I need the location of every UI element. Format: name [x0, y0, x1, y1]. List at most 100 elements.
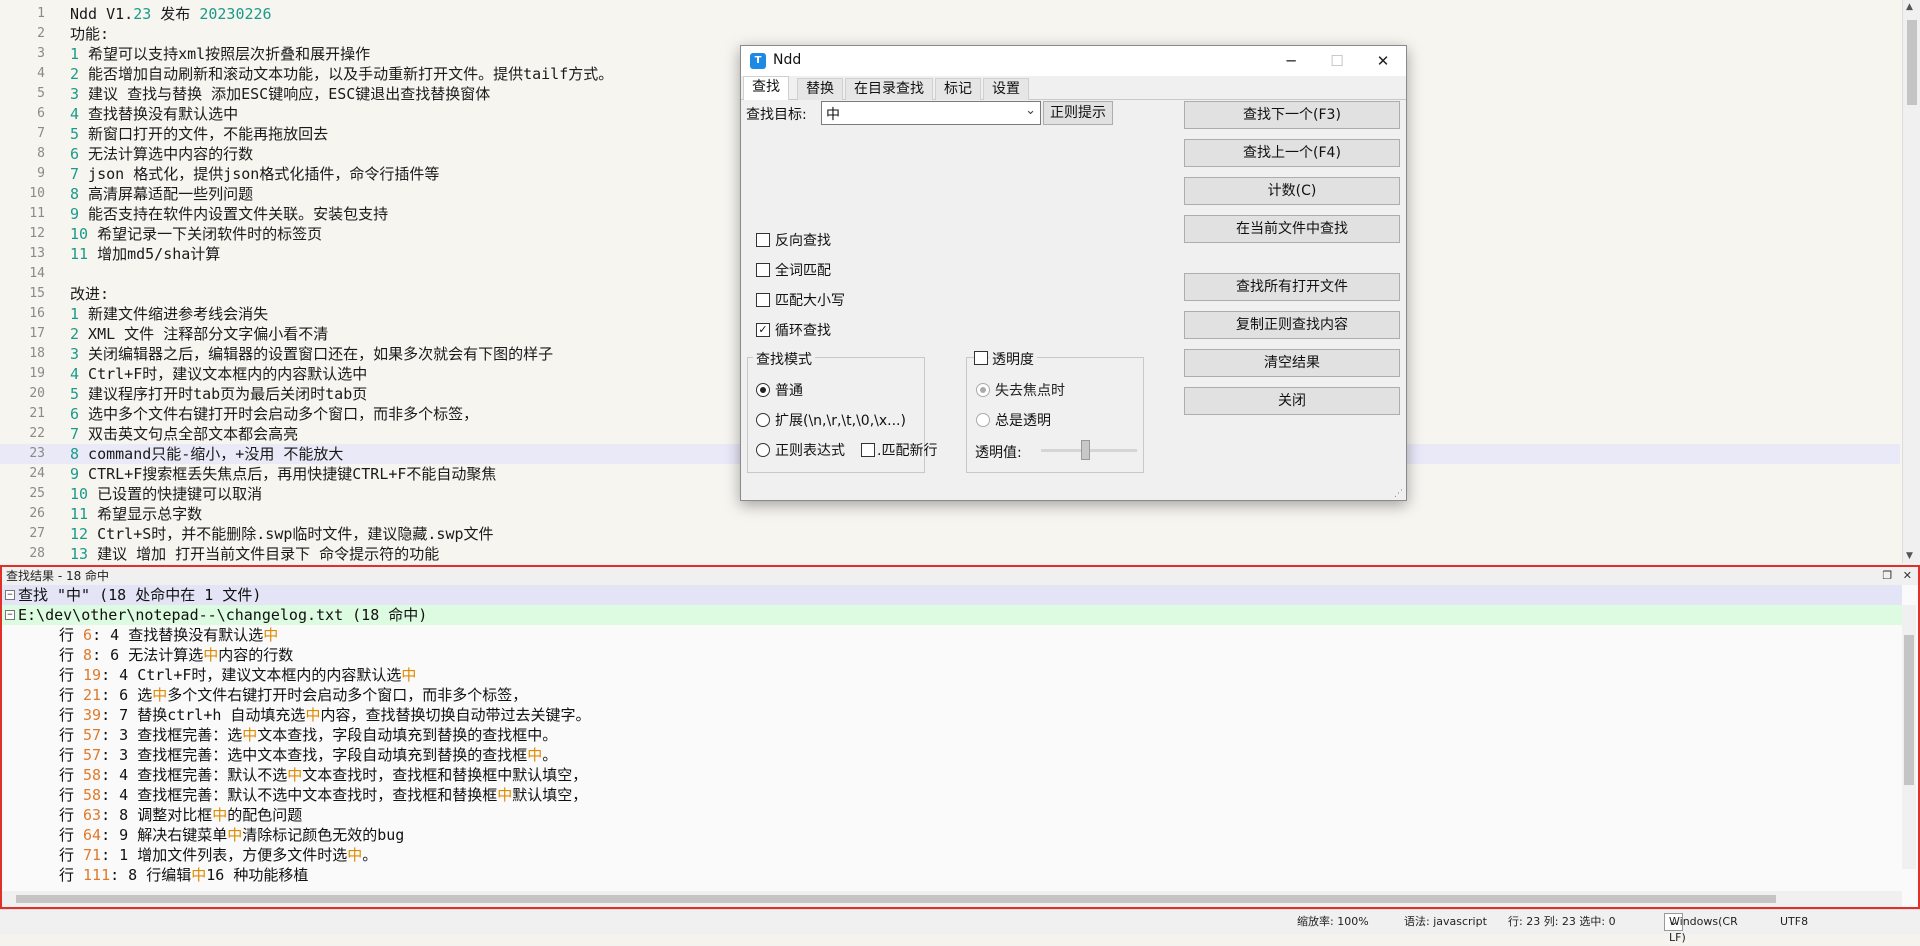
line-text-segment: Ctrl+S时，并不能删除.swp临时文件，建议隐藏.swp文件 — [88, 525, 494, 543]
hit-text: 行 6: 4 查找替换没有默认选中 — [59, 625, 278, 645]
line-text: 2 XML 文件 注释部分文字偏小看不清 — [70, 324, 328, 344]
editor-line[interactable]: 1 Ndd V1.23 发布 20230226 — [0, 4, 1900, 24]
whole-word-checkbox[interactable] — [756, 263, 770, 277]
line-text-segment: 4 — [70, 365, 80, 383]
tab-find-in-dir[interactable]: 在目录查找 — [845, 78, 933, 100]
result-file-path: E:\dev\other\notepad--\changelog.txt (18… — [18, 606, 428, 624]
tab-replace[interactable]: 替换 — [797, 78, 843, 100]
line-text-segment: 希望记录一下关闭软件时的标签页 — [88, 225, 323, 243]
find-in-current-file-button[interactable]: 在当前文件中查找 — [1184, 215, 1400, 243]
result-hit-row[interactable]: 行 57: 3 查找框完善：选中文本查找，字段自动填充到替换的查找框中。 — [2, 725, 1902, 745]
result-hit-row[interactable]: 行 6: 4 查找替换没有默认选中 — [2, 625, 1902, 645]
editor-line[interactable]: 27 12 Ctrl+S时，并不能删除.swp临时文件，建议隐藏.swp文件 — [0, 524, 1900, 544]
dialog-tabs: 查找 替换 在目录查找 标记 设置 — [741, 76, 1406, 100]
line-text-segment: 10 — [70, 485, 89, 503]
editor-line[interactable]: 28 13 建议 增加 打开当前文件目录下 命令提示符的功能 — [0, 544, 1900, 563]
trans-always-label: 总是透明 — [995, 413, 1051, 429]
hit-text-segment: 行 — [59, 746, 84, 764]
transparency-checkbox[interactable] — [974, 351, 988, 365]
line-text-segment: 20230226 — [199, 5, 272, 23]
maximize-button[interactable]: ☐ — [1314, 46, 1360, 76]
result-hit-row[interactable]: 行 111: 8 行编辑中16 种功能移植 — [2, 865, 1902, 885]
collapse-icon[interactable]: − — [5, 590, 15, 600]
hit-text-segment: : 4 — [101, 786, 138, 804]
chevron-down-icon[interactable]: ⌄ — [1025, 103, 1036, 118]
count-button[interactable]: 计数(C) — [1184, 177, 1400, 205]
resize-grip-icon[interactable]: ⋰ — [1394, 489, 1403, 499]
hit-line-number: 58 — [83, 766, 102, 784]
editor-vertical-scrollbar[interactable]: ▲ ▼ — [1902, 0, 1920, 563]
match-case-checkbox[interactable] — [756, 293, 770, 307]
result-hit-row[interactable]: 行 57: 3 查找框完善：选中文本查找，字段自动填充到替换的查找框中。 — [2, 745, 1902, 765]
copy-regex-results-button[interactable]: 复制正则查找内容 — [1184, 311, 1400, 339]
search-summary-row[interactable]: − 查找 "中" (18 处命中在 1 文件) — [2, 585, 1902, 605]
tab-mark[interactable]: 标记 — [935, 78, 981, 100]
line-number: 18 — [29, 346, 45, 361]
find-next-button[interactable]: 查找下一个(F3) — [1184, 101, 1400, 129]
find-all-open-files-button[interactable]: 查找所有打开文件 — [1184, 273, 1400, 301]
find-target-combobox[interactable]: 中 ⌄ — [821, 101, 1041, 125]
scroll-down-icon[interactable]: ▼ — [1906, 551, 1913, 561]
line-text-segment: Ndd V1. — [70, 5, 134, 23]
line-text-segment: CTRL+F搜索框丢失焦点后，再用快捷键CTRL+F不能自动聚焦 — [79, 465, 497, 483]
transparency-slider-handle[interactable] — [1081, 440, 1090, 460]
hit-text-segment: : 3 — [101, 746, 138, 764]
result-hit-row[interactable]: 行 39: 7 替换ctrl+h 自动填充选中内容，查找替换切换自动带过去关键字… — [2, 705, 1902, 725]
line-ending-select[interactable]: Windows(CR LF) ⌄ — [1664, 913, 1738, 944]
mode-regex-radio[interactable] — [756, 443, 770, 457]
result-hit-row[interactable]: 行 63: 8 调整对比框中的配色问题 — [2, 805, 1902, 825]
editor-line[interactable]: 2 功能: — [0, 24, 1900, 44]
result-hit-row[interactable]: 行 58: 4 查找框完善：默认不选中文本查找时，查找框和替换框中默认填空， — [2, 785, 1902, 805]
dialog-titlebar[interactable]: T Ndd ─ ☐ ✕ — [741, 46, 1406, 76]
app-logo-icon: T — [750, 53, 766, 69]
trans-on-blur-radio[interactable] — [976, 383, 990, 397]
editor-line[interactable]: 26 11 希望显示总字数 — [0, 504, 1900, 524]
result-file-row[interactable]: − E:\dev\other\notepad--\changelog.txt (… — [2, 605, 1902, 625]
line-text-segment: 6 — [70, 145, 80, 163]
editor-scroll-thumb[interactable] — [1907, 20, 1917, 105]
match-newline-checkbox[interactable] — [861, 443, 875, 457]
line-text-segment: 13 — [70, 545, 89, 563]
result-hit-row[interactable]: 行 71: 1 增加文件列表，方便多文件时选中。 — [2, 845, 1902, 865]
line-number: 7 — [37, 126, 45, 141]
clear-results-button[interactable]: 清空结果 — [1184, 349, 1400, 377]
hit-text-segment: 查找框完善：默认不选 — [137, 766, 288, 784]
collapse-icon[interactable]: − — [5, 610, 15, 620]
line-text: 11 希望显示总字数 — [70, 504, 202, 524]
float-panel-icon[interactable]: ❐ — [1882, 569, 1892, 582]
results-hscroll-thumb[interactable] — [16, 895, 1776, 903]
close-window-button[interactable]: ✕ — [1360, 46, 1406, 76]
mode-normal-radio[interactable] — [756, 383, 770, 397]
result-hit-row[interactable]: 行 8: 6 无法计算选中内容的行数 — [2, 645, 1902, 665]
match-highlight: 中 — [497, 786, 513, 804]
find-results-panel: 查找结果 - 18 命中 ❐ ✕ − 查找 "中" (18 处命中在 1 文件)… — [0, 565, 1920, 909]
results-scroll-thumb[interactable] — [1904, 635, 1914, 785]
wrap-around-checkbox[interactable]: ✓ — [756, 323, 770, 337]
regex-hint-button[interactable]: 正则提示 — [1043, 101, 1113, 125]
minimize-button[interactable]: ─ — [1268, 46, 1314, 76]
mode-extended-radio[interactable] — [756, 413, 770, 427]
results-vertical-scrollbar[interactable] — [1902, 605, 1916, 869]
search-mode-title: 查找模式 — [753, 349, 815, 369]
result-hit-row[interactable]: 行 58: 4 查找框完善：默认不选中文本查找时，查找框和替换框中默认填空， — [2, 765, 1902, 785]
line-text-segment: 7 — [70, 425, 80, 443]
hit-text-segment: 选 — [137, 686, 153, 704]
close-panel-icon[interactable]: ✕ — [1903, 569, 1912, 582]
line-number: 5 — [37, 86, 45, 101]
find-target-value: 中 — [826, 107, 840, 123]
tab-find[interactable]: 查找 — [743, 76, 789, 100]
close-button[interactable]: 关闭 — [1184, 387, 1400, 415]
result-hit-row[interactable]: 行 21: 6 选中多个文件右键打开时会启动多个窗口，而非多个标签， — [2, 685, 1902, 705]
trans-always-radio[interactable] — [976, 413, 990, 427]
result-hit-row[interactable]: 行 19: 4 Ctrl+F时，建议文本框内的内容默认选中 — [2, 665, 1902, 685]
find-previous-button[interactable]: 查找上一个(F4) — [1184, 139, 1400, 167]
trans-on-blur-label: 失去焦点时 — [995, 383, 1065, 399]
reverse-search-checkbox[interactable] — [756, 233, 770, 247]
hit-text-segment: : 4 — [92, 626, 129, 644]
result-hit-row[interactable]: 行 64: 9 解决右键菜单中清除标记颜色无效的bug — [2, 825, 1902, 845]
line-number: 28 — [29, 546, 45, 561]
hit-line-number: 63 — [83, 806, 102, 824]
results-horizontal-scrollbar[interactable] — [2, 891, 1902, 907]
tab-settings[interactable]: 设置 — [983, 78, 1029, 100]
scroll-up-icon[interactable]: ▲ — [1906, 2, 1913, 12]
